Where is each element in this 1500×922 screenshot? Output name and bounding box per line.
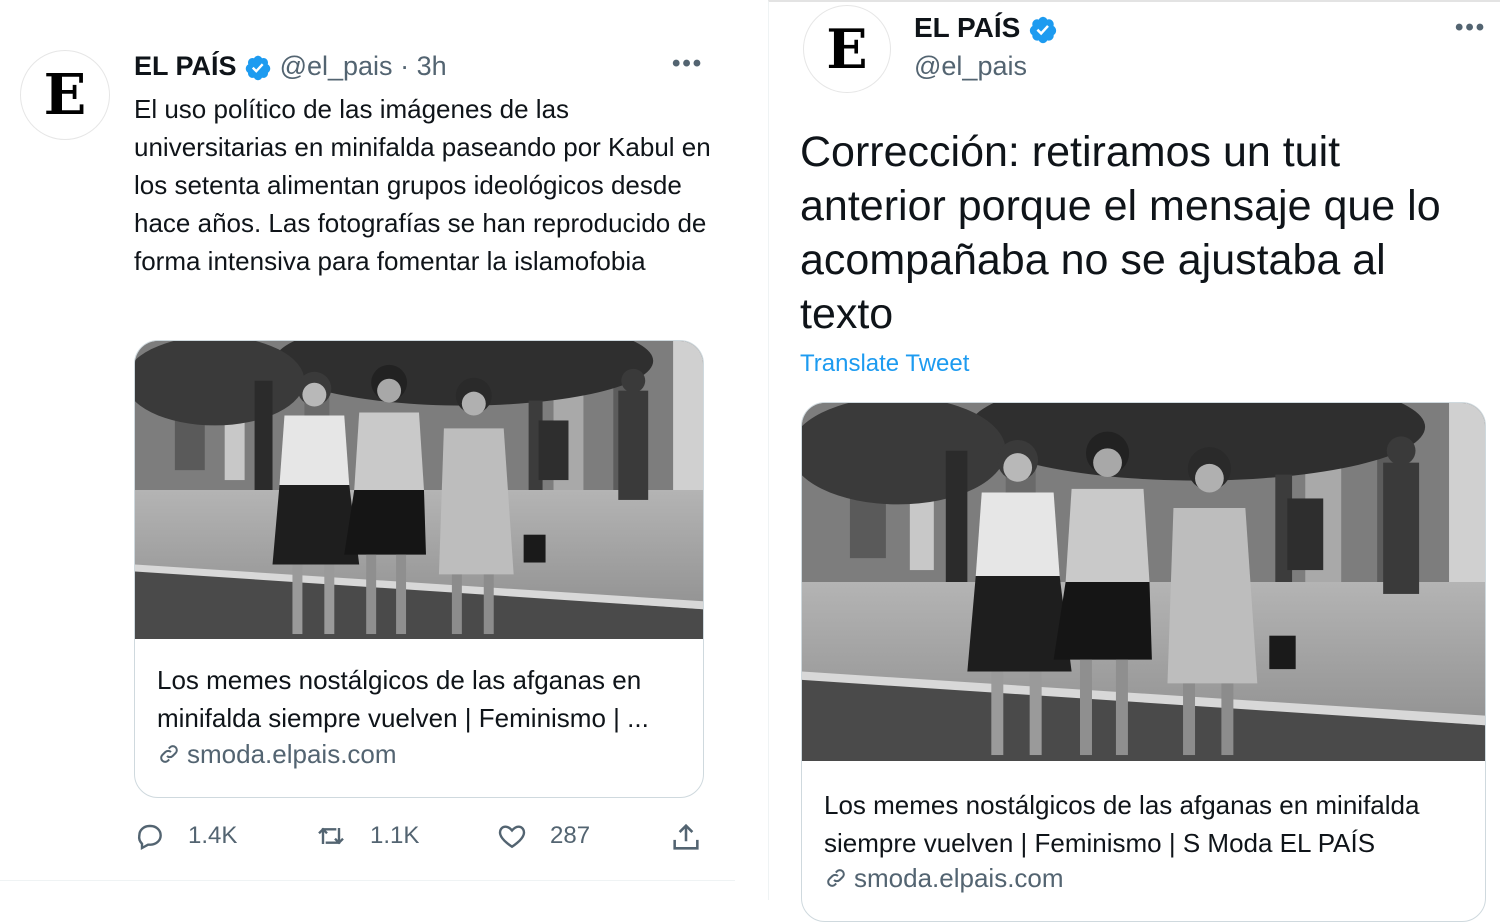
like-button[interactable]: 287 xyxy=(496,820,590,852)
card-domain-text: smoda.elpais.com xyxy=(187,739,397,769)
card-title: Los memes nostálgicos de las afganas en … xyxy=(824,790,1420,858)
avatar[interactable]: E xyxy=(20,50,110,140)
link-card[interactable]: Los memes nostálgicos de las afganas en … xyxy=(801,402,1486,922)
divider xyxy=(0,880,735,881)
card-title: Los memes nostálgicos de las afganas en … xyxy=(157,665,649,733)
tweet-header: EL PAÍS @el_pais · 3h xyxy=(134,48,447,84)
retweet-count: 1.1K xyxy=(370,822,420,849)
avatar-letter: E xyxy=(826,17,868,81)
card-photo xyxy=(802,403,1485,761)
avatar-letter: E xyxy=(43,62,87,128)
card-domain: smoda.elpais.com xyxy=(157,739,397,770)
tweet-actions: 1.4K 1.1K 287 xyxy=(134,820,709,864)
tweet-text: El uso político de las imágenes de las u… xyxy=(134,94,711,276)
tweet-text: Corrección: retiramos un tuit anterior p… xyxy=(800,128,1441,338)
link-icon xyxy=(160,745,178,763)
reply-icon xyxy=(137,824,162,851)
retweet-icon xyxy=(318,827,344,845)
reply-button[interactable]: 1.4K xyxy=(134,820,237,852)
like-count: 287 xyxy=(550,822,591,849)
handle[interactable]: @el_pais xyxy=(280,51,393,81)
timestamp[interactable]: 3h xyxy=(417,51,447,81)
more-horizontal-icon[interactable]: ••• xyxy=(1455,14,1486,42)
verified-badge-icon xyxy=(245,55,271,81)
verified-badge-icon xyxy=(1029,16,1057,43)
card-photo xyxy=(135,341,703,639)
handle[interactable]: @el_pais xyxy=(914,48,1027,84)
share-icon xyxy=(673,823,699,850)
more-horizontal-icon[interactable]: ••• xyxy=(672,50,703,78)
share-button[interactable] xyxy=(669,820,725,854)
link-card[interactable]: Los memes nostálgicos de las afganas en … xyxy=(134,340,704,798)
separator: · xyxy=(400,51,410,81)
card-domain: smoda.elpais.com xyxy=(824,863,1064,894)
display-name[interactable]: EL PAÍS xyxy=(134,51,237,81)
card-domain-text: smoda.elpais.com xyxy=(854,863,1064,893)
display-name[interactable]: EL PAÍS xyxy=(914,12,1020,43)
retweet-button[interactable]: 1.1K xyxy=(314,820,419,852)
link-icon xyxy=(827,869,845,887)
reply-count: 1.4K xyxy=(188,822,238,849)
translate-tweet-link[interactable]: Translate Tweet xyxy=(800,350,969,378)
heart-icon xyxy=(498,825,526,849)
display-name-row: EL PAÍS xyxy=(914,10,1058,46)
avatar[interactable]: E xyxy=(803,5,891,93)
